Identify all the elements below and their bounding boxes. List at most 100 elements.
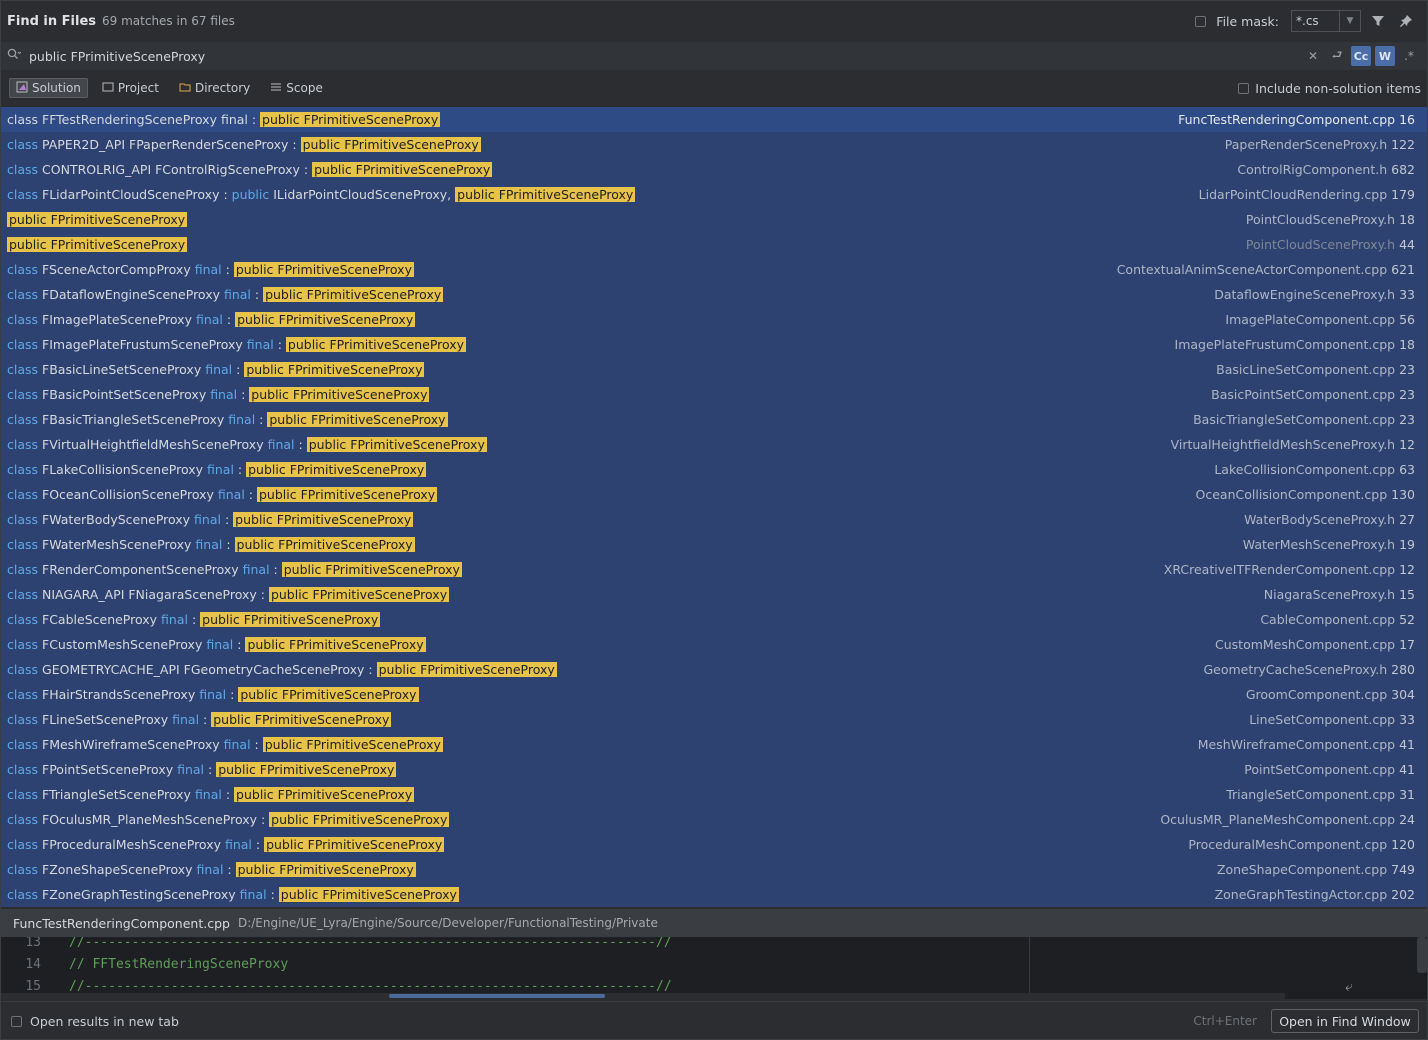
match-highlight: public FPrimitiveSceneProxy	[233, 262, 414, 277]
scope-tab-label: Directory	[194, 81, 251, 95]
result-row[interactable]: class FImagePlateFrustumSceneProxy final…	[1, 332, 1427, 357]
result-location: PointSetComponent.cpp 41	[1244, 762, 1415, 777]
match-highlight: public FPrimitiveSceneProxy	[234, 787, 415, 802]
result-row[interactable]: class FTriangleSetSceneProxy final : pub…	[1, 782, 1427, 807]
result-row[interactable]: class NIAGARA_API FNiagaraSceneProxy : p…	[1, 582, 1427, 607]
soft-wrap-icon[interactable]: ⤶	[1345, 979, 1353, 995]
regex-toggle[interactable]: .*	[1399, 46, 1419, 66]
result-row[interactable]: class FLineSetSceneProxy final : public …	[1, 707, 1427, 732]
results-list: class FFTestRenderingSceneProxy final : …	[1, 107, 1427, 907]
result-location: GroomComponent.cpp 304	[1246, 687, 1415, 702]
result-line-number: 122	[1391, 137, 1415, 152]
horizontal-scrollbar[interactable]	[1, 993, 1285, 999]
scope-tab-directory[interactable]: Directory	[173, 78, 256, 98]
result-row[interactable]: class FRenderComponentSceneProxy final :…	[1, 557, 1427, 582]
result-code: class FZoneShapeSceneProxy final : publi…	[7, 862, 416, 877]
result-row[interactable]: class FDataflowEngineSceneProxy final : …	[1, 282, 1427, 307]
result-row[interactable]: class GEOMETRYCACHE_API FGeometryCacheSc…	[1, 657, 1427, 682]
result-location: TriangleSetComponent.cpp 31	[1226, 787, 1415, 802]
file-mask-combo[interactable]: *.cs ▼	[1291, 10, 1361, 32]
scope-row: Solution Project Directory Scope Include…	[1, 71, 1427, 105]
result-location: PointCloudSceneProxy.h 18	[1246, 212, 1415, 227]
pin-icon[interactable]	[1395, 10, 1417, 32]
filter-icon[interactable]	[1367, 10, 1389, 32]
result-row[interactable]: class FImagePlateSceneProxy final : publ…	[1, 307, 1427, 332]
scope-tab-project[interactable]: Project	[96, 78, 165, 98]
result-row[interactable]: class FBasicPointSetSceneProxy final : p…	[1, 382, 1427, 407]
result-code: class FLidarPointCloudSceneProxy : publi…	[7, 187, 636, 202]
match-highlight: public FPrimitiveSceneProxy	[249, 387, 430, 402]
code-text: FProceduralMeshSceneProxy	[42, 837, 225, 852]
result-code: class FVirtualHeightfieldMeshSceneProxy …	[7, 437, 487, 452]
search-icon[interactable]	[7, 48, 25, 64]
result-row[interactable]: class FWaterMeshSceneProxy final : publi…	[1, 532, 1427, 557]
open-in-find-window-button[interactable]: Open in Find Window	[1271, 1009, 1419, 1033]
match-case-toggle[interactable]: Cc	[1351, 46, 1371, 66]
code-keyword: class	[7, 662, 43, 677]
result-line-number: 44	[1399, 237, 1415, 252]
result-location: BasicPointSetComponent.cpp 23	[1211, 387, 1415, 402]
result-code: class PAPER2D_API FPaperRenderSceneProxy…	[7, 137, 481, 152]
result-file: MeshWireframeComponent.cpp	[1197, 737, 1396, 752]
result-row[interactable]: class FPointSetSceneProxy final : public…	[1, 757, 1427, 782]
result-row[interactable]: class FZoneGraphTestingSceneProxy final …	[1, 882, 1427, 907]
result-row[interactable]: class FProceduralMeshSceneProxy final : …	[1, 832, 1427, 857]
match-highlight: public FPrimitiveSceneProxy	[200, 612, 381, 627]
result-row[interactable]: class FBasicLineSetSceneProxy final : pu…	[1, 357, 1427, 382]
scope-tab-solution[interactable]: Solution	[9, 78, 88, 98]
match-highlight: public FPrimitiveSceneProxy	[264, 837, 445, 852]
result-row[interactable]: class FOculusMR_PlaneMeshSceneProxy : pu…	[1, 807, 1427, 832]
code-keyword: final	[246, 337, 274, 352]
result-file: PointCloudSceneProxy.h	[1245, 237, 1396, 252]
file-mask-value[interactable]: *.cs	[1292, 14, 1339, 28]
result-row[interactable]: class FCustomMeshSceneProxy final : publ…	[1, 632, 1427, 657]
result-row[interactable]: class FLidarPointCloudSceneProxy : publi…	[1, 182, 1427, 207]
vertical-scrollbar[interactable]	[1417, 937, 1427, 973]
include-non-solution-checkbox[interactable]	[1238, 82, 1250, 94]
horizontal-scrollbar-thumb[interactable]	[389, 994, 605, 998]
result-row[interactable]: class FZoneShapeSceneProxy final : publi…	[1, 857, 1427, 882]
result-line-number: 52	[1399, 612, 1415, 627]
code-keyword: class	[7, 512, 43, 527]
new-line-icon[interactable]: ⮐	[1327, 46, 1347, 66]
result-row[interactable]: class FLakeCollisionSceneProxy final : p…	[1, 457, 1427, 482]
result-line-number: 23	[1399, 387, 1415, 402]
result-line-number: 33	[1399, 712, 1415, 727]
result-file: NiagaraSceneProxy.h	[1263, 587, 1396, 602]
code-keyword: class	[7, 387, 43, 402]
result-row[interactable]: class FFTestRenderingSceneProxy final : …	[1, 107, 1427, 132]
result-row[interactable]: class FBasicTriangleSetSceneProxy final …	[1, 407, 1427, 432]
result-row[interactable]: class CONTROLRIG_API FControlRigScenePro…	[1, 157, 1427, 182]
open-new-tab-checkbox[interactable]	[11, 1015, 22, 1027]
result-row[interactable]: class FSceneActorCompProxy final : publi…	[1, 257, 1427, 282]
code-text: FWaterBodySceneProxy	[42, 512, 195, 527]
code-keyword: class	[7, 287, 43, 302]
preview-file-name: FuncTestRenderingComponent.cpp	[13, 915, 230, 931]
result-row[interactable]: class FHairStrandsSceneProxy final : pub…	[1, 682, 1427, 707]
result-row[interactable]: class FOceanCollisionSceneProxy final : …	[1, 482, 1427, 507]
clear-icon[interactable]: ✕	[1303, 46, 1323, 66]
result-row[interactable]: class FMeshWireframeSceneProxy final : p…	[1, 732, 1427, 757]
scope-tab-scope[interactable]: Scope	[264, 78, 329, 98]
result-file: ProceduralMeshComponent.cpp	[1188, 837, 1388, 852]
code-keyword: final	[194, 262, 222, 277]
code-text: class	[7, 112, 43, 127]
result-file: BasicTriangleSetComponent.cpp	[1193, 412, 1396, 427]
result-row[interactable]: class PAPER2D_API FPaperRenderSceneProxy…	[1, 132, 1427, 157]
code-keyword: class	[7, 362, 43, 377]
result-row[interactable]: public FPrimitiveSceneProxy PointCloudSce…	[1, 207, 1427, 232]
result-row[interactable]: class FVirtualHeightfieldMeshSceneProxy …	[1, 432, 1427, 457]
whole-words-toggle[interactable]: W	[1375, 46, 1395, 66]
result-line-number: 202	[1391, 887, 1415, 902]
result-row[interactable]: public FPrimitiveSceneProxy PointCloudSce…	[1, 232, 1427, 257]
search-input[interactable]	[25, 48, 1303, 64]
code-preview[interactable]: 13 //-----------------------------------…	[1, 937, 1427, 999]
chevron-down-icon[interactable]: ▼	[1339, 11, 1360, 31]
file-mask-checkbox[interactable]	[1195, 15, 1207, 27]
result-location: ProceduralMeshComponent.cpp 120	[1188, 837, 1415, 852]
result-row[interactable]: class FWaterBodySceneProxy final : publi…	[1, 507, 1427, 532]
result-code: class FLineSetSceneProxy final : public …	[7, 712, 392, 727]
code-text: :	[223, 862, 236, 877]
result-row[interactable]: class FCableSceneProxy final : public FP…	[1, 607, 1427, 632]
result-file: GeometryCacheSceneProxy.h	[1203, 662, 1388, 677]
